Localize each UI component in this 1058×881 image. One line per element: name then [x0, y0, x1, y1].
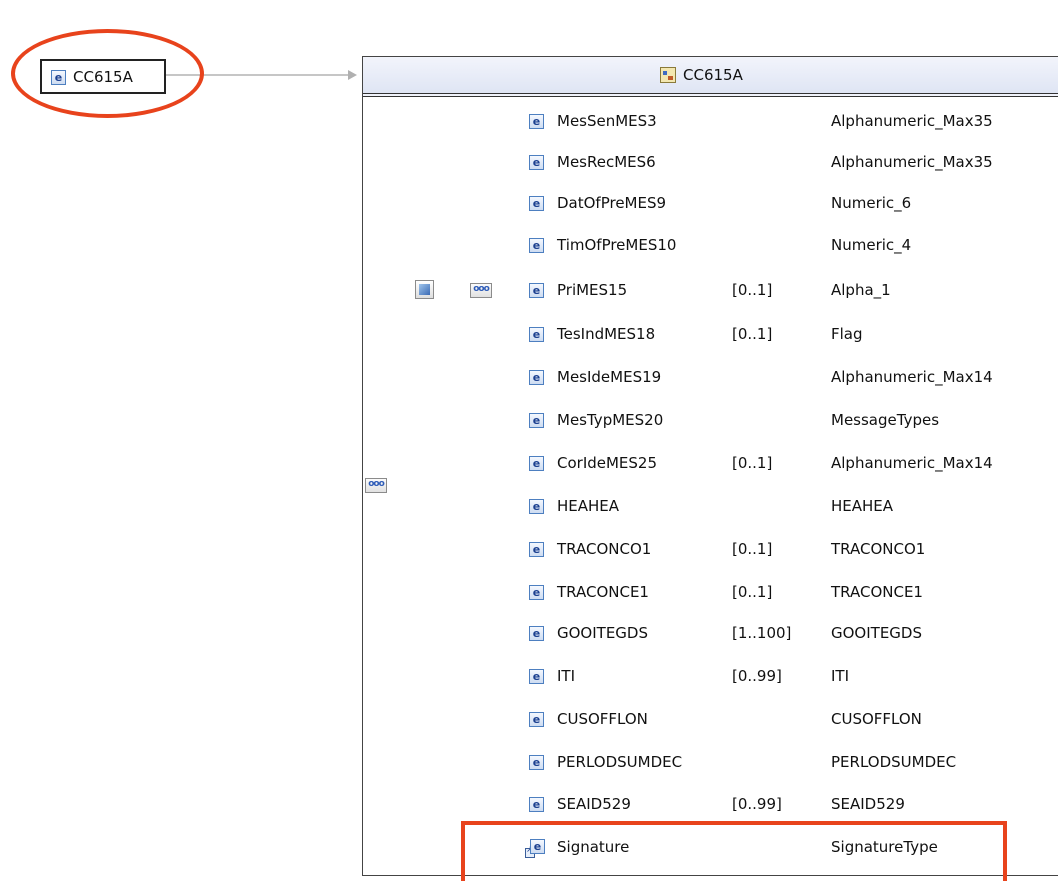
element-name: DatOfPreMES9: [557, 194, 667, 212]
element-type: Alphanumeric_Max14: [831, 454, 993, 472]
element-type: HEAHEA: [831, 497, 894, 515]
element-cardinality: [0..1]: [732, 325, 773, 343]
element-icon: e: [529, 755, 544, 770]
group-reference-icon[interactable]: [415, 280, 434, 299]
element-type: Alphanumeric_Max35: [831, 112, 993, 130]
element-icon: e: [529, 456, 544, 471]
signature-highlight-box: [461, 821, 1007, 881]
nested-sequence-compositor-icon[interactable]: ooo: [470, 283, 492, 298]
element-type: SEAID529: [831, 795, 905, 813]
element-name: TimOfPreMES10: [557, 236, 677, 254]
element-name: CorIdeMES25: [557, 454, 658, 472]
element-cardinality: [0..1]: [732, 281, 773, 299]
element-icon: e: [529, 797, 544, 812]
element-name: CUSOFFLON: [557, 710, 648, 728]
element-cardinality: [0..1]: [732, 454, 773, 472]
root-element-node[interactable]: e CC615A: [40, 59, 166, 94]
element-type: Numeric_6: [831, 194, 912, 212]
element-name: ITI: [557, 667, 576, 685]
element-name: MesTypMES20: [557, 411, 664, 429]
sequence-compositor-icon[interactable]: ooo: [365, 478, 387, 493]
element-icon: e: [529, 542, 544, 557]
element-type: MessageTypes: [831, 411, 940, 429]
element-icon: e: [529, 155, 544, 170]
element-name: TRACONCO1: [557, 540, 652, 558]
element-type: TRACONCE1: [831, 583, 923, 601]
element-name: TRACONCE1: [557, 583, 649, 601]
element-cardinality: [0..1]: [732, 583, 773, 601]
element-name: GOOITEGDS: [557, 624, 648, 642]
element-cardinality: [1..100]: [732, 624, 792, 642]
element-type: PERLODSUMDEC: [831, 753, 957, 771]
complex-type-title: CC615A: [683, 66, 743, 84]
element-icon: e: [529, 327, 544, 342]
element-cardinality: [0..99]: [732, 795, 782, 813]
element-type: ITI: [831, 667, 850, 685]
element-icon: e: [529, 196, 544, 211]
element-icon: e: [529, 114, 544, 129]
element-name: HEAHEA: [557, 497, 620, 515]
element-name: MesRecMES6: [557, 153, 656, 171]
element-icon: e: [529, 413, 544, 428]
element-name: MesIdeMES19: [557, 368, 662, 386]
element-name: PERLODSUMDEC: [557, 753, 683, 771]
element-icon: e: [529, 585, 544, 600]
element-icon: e: [529, 499, 544, 514]
complex-type-icon: [660, 67, 676, 83]
element-type: GOOITEGDS: [831, 624, 922, 642]
element-icon: e: [529, 370, 544, 385]
element-name: TesIndMES18: [557, 325, 656, 343]
element-type: Alphanumeric_Max14: [831, 368, 993, 386]
connector-arrow-icon: [348, 70, 357, 80]
element-type: Alphanumeric_Max35: [831, 153, 993, 171]
complex-type-header: CC615A: [363, 57, 1058, 97]
element-name: SEAID529: [557, 795, 631, 813]
element-type: Numeric_4: [831, 236, 912, 254]
element-name: PriMES15: [557, 281, 628, 299]
element-icon: e: [529, 712, 544, 727]
root-element-label: CC615A: [73, 68, 133, 86]
element-name: MesSenMES3: [557, 112, 657, 130]
element-icon: e: [529, 626, 544, 641]
element-icon: e: [529, 238, 544, 253]
element-cardinality: [0..1]: [732, 540, 773, 558]
element-icon: e: [529, 669, 544, 684]
element-icon: e: [51, 70, 66, 85]
element-type: Alpha_1: [831, 281, 891, 299]
element-type: Flag: [831, 325, 863, 343]
element-icon: e: [529, 283, 544, 298]
element-type: CUSOFFLON: [831, 710, 922, 728]
element-type: TRACONCO1: [831, 540, 926, 558]
element-cardinality: [0..99]: [732, 667, 782, 685]
